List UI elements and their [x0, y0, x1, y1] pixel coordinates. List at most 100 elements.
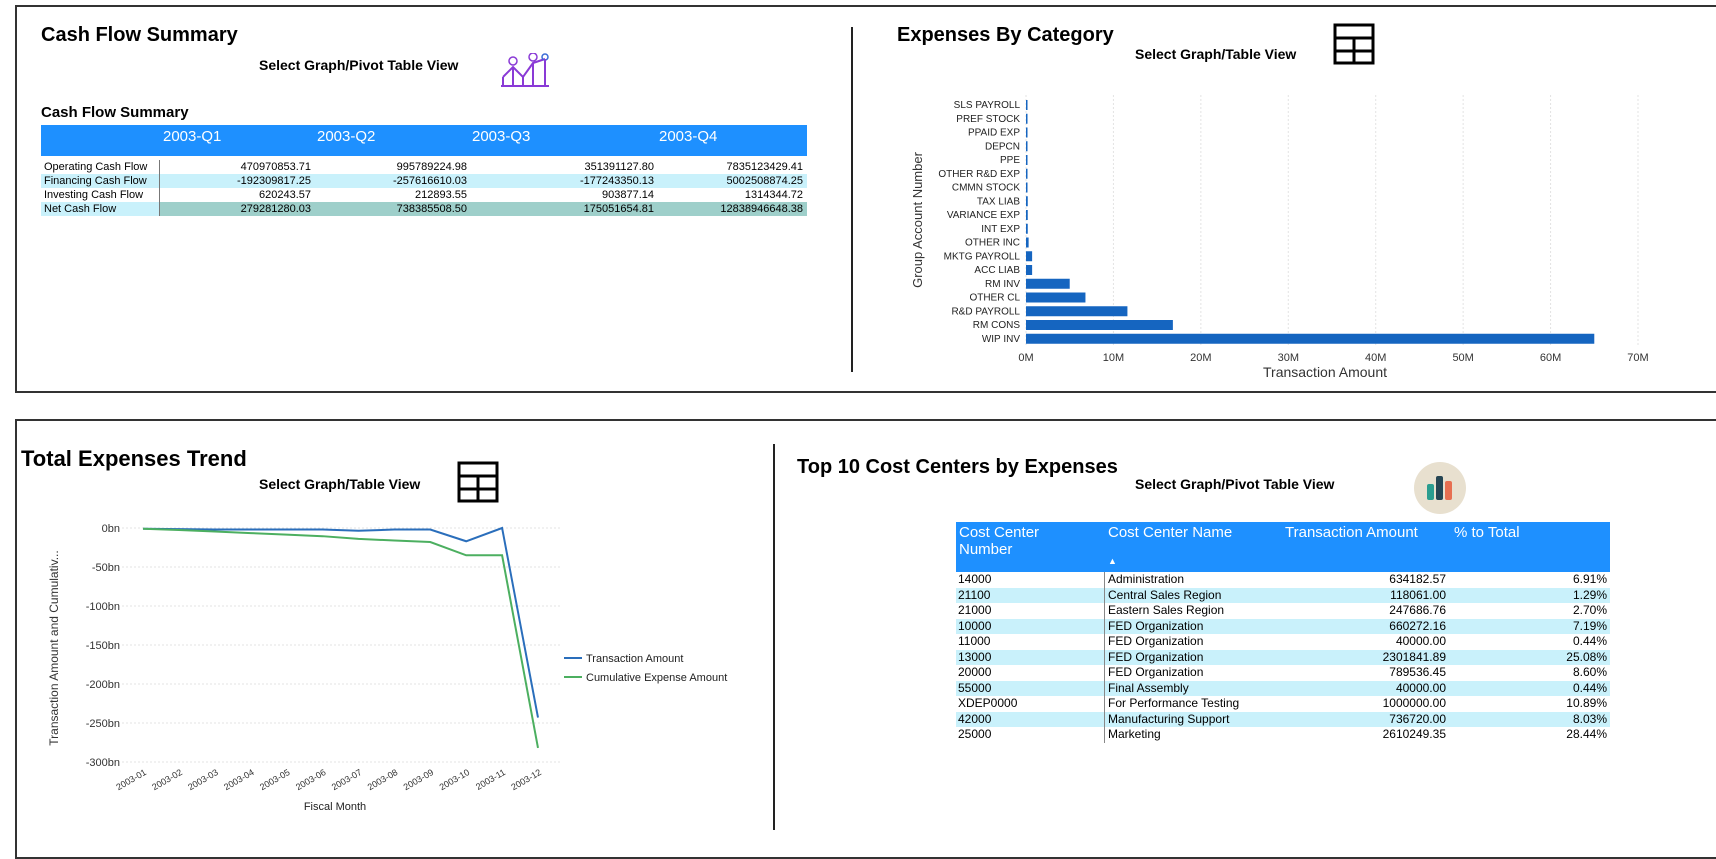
bar: [1026, 237, 1029, 248]
y-tick-label: -200bn: [86, 679, 120, 691]
table-row[interactable]: 21100 Central Sales Region 118061.00 1.29%: [956, 587, 1610, 603]
table-cell: 11000: [958, 634, 991, 648]
cash-flow-title: Cash Flow Summary: [41, 24, 238, 46]
pivot-col-header[interactable]: 2003-Q1: [163, 128, 221, 145]
cash-flow-pivot-table: 2003-Q1 2003-Q2 2003-Q3 2003-Q4 Operatin…: [41, 125, 807, 216]
expenses-trend-title: Total Expenses Trend: [21, 446, 247, 471]
bar: [1026, 223, 1028, 234]
bar: [1026, 210, 1028, 220]
table-cell: 21100: [958, 587, 991, 602]
table-row[interactable]: 55000 Final Assembly 40000.00 0.44%: [956, 680, 1610, 696]
column-header[interactable]: Transaction Amount: [1285, 524, 1418, 541]
legend-label: Transaction Amount: [586, 653, 683, 665]
table-row[interactable]: 13000 FED Organization 2301841.89 25.08%: [956, 649, 1610, 665]
bar: [1026, 113, 1028, 124]
y-tick-label: CMMN STOCK: [952, 183, 1020, 194]
table-cell: FED Organization: [1108, 634, 1204, 648]
x-tick-label: 2003-11: [474, 767, 507, 792]
y-tick-label: INT EXP: [981, 224, 1020, 235]
line-chart-icon[interactable]: [499, 52, 551, 94]
table-row[interactable]: 42000 Manufacturing Support 736720.00 8.03%: [956, 711, 1610, 727]
table-cell: 42000: [958, 711, 992, 726]
table-cell: Manufacturing Support: [1108, 711, 1230, 726]
cash-flow-table-title: Cash Flow Summary: [41, 104, 189, 121]
y-tick-label: RM CONS: [973, 320, 1021, 331]
table-cell: 10.89%: [1566, 696, 1607, 710]
table-row[interactable]: 10000 FED Organization 660272.16 7.19%: [956, 618, 1610, 634]
column-header[interactable]: Cost Center Number: [959, 524, 1079, 558]
pivot-row-label: Operating Cash Flow: [44, 161, 148, 173]
y-tick-label: ACC LIAB: [974, 265, 1020, 276]
table-cell: 28.44%: [1566, 727, 1607, 741]
pivot-header: 2003-Q1 2003-Q2 2003-Q3 2003-Q4: [41, 125, 807, 156]
bar: [1026, 333, 1595, 344]
table-cell: 13000: [958, 649, 992, 664]
x-tick-label: 60M: [1540, 352, 1561, 364]
pivot-cell: 175051654.81: [583, 203, 654, 215]
table-cell: 2610249.35: [1382, 727, 1446, 741]
table-cell: 2.70%: [1572, 603, 1607, 617]
pivot-row: Investing Cash Flow 620243.57 212893.55 …: [41, 188, 807, 202]
table-row[interactable]: XDEP0000 For Performance Testing 1000000.0…: [956, 696, 1610, 712]
table-grid-icon[interactable]: [457, 461, 499, 508]
pivot-col-header[interactable]: 2003-Q2: [317, 128, 375, 145]
y-tick-label: TAX LIAB: [977, 196, 1020, 207]
pivot-cell: 7835123429.41: [726, 161, 803, 173]
pivot-cell: 470970853.71: [240, 161, 311, 173]
table-row[interactable]: 20000 FED Organization 789536.45 8.60%: [956, 665, 1610, 681]
table-cell: FED Organization: [1108, 649, 1204, 664]
x-tick-label: 2003-03: [186, 767, 220, 792]
table-cell: 789536.45: [1389, 665, 1446, 679]
pivot-cell: 279281280.03: [240, 203, 311, 215]
table-cell: Final Assembly: [1108, 680, 1189, 695]
sort-ascending-icon[interactable]: ▲: [1108, 556, 1117, 566]
x-tick-label: 70M: [1627, 352, 1648, 364]
y-tick-label: 0bn: [102, 523, 120, 535]
pivot-cell: 12838946648.38: [720, 203, 803, 215]
bar-chart-icon[interactable]: [1414, 462, 1466, 519]
pivot-row: Operating Cash Flow 470970853.71 9957892…: [41, 160, 807, 174]
x-tick-label: 2003-01: [114, 767, 148, 792]
table-row[interactable]: 21000 Eastern Sales Region 247686.76 2.70%: [956, 603, 1610, 619]
y-tick-label: PPAID EXP: [968, 128, 1020, 139]
table-cell: 14000: [958, 572, 992, 586]
x-tick-label: 30M: [1278, 352, 1299, 364]
table-grid-icon[interactable]: [1333, 23, 1375, 70]
bar: [1026, 278, 1070, 289]
x-tick-label: 2003-10: [438, 767, 472, 792]
table-cell: 118061.00: [1390, 587, 1446, 602]
y-tick-label: -250bn: [86, 718, 120, 730]
y-tick-label: VARIANCE EXP: [947, 210, 1020, 221]
pivot-cell: 995789224.98: [396, 161, 467, 173]
pivot-col-header[interactable]: 2003-Q4: [659, 128, 717, 145]
table-cell: FED Organization: [1108, 618, 1204, 633]
table-cell: Administration: [1108, 572, 1185, 586]
x-axis-label: Fiscal Month: [304, 801, 366, 813]
pivot-cell: 5002508874.25: [726, 175, 803, 187]
column-header[interactable]: Cost Center Name: [1108, 524, 1232, 541]
x-tick-label: 50M: [1452, 352, 1473, 364]
table-row[interactable]: 25000 Marketing 2610249.35 28.44%: [956, 727, 1610, 743]
pivot-cell: 1314344.72: [744, 189, 803, 201]
column-header[interactable]: % to Total: [1454, 524, 1520, 541]
table-cell: XDEP0000: [958, 696, 1018, 710]
table-cell: 8.60%: [1572, 665, 1607, 679]
table-cell: 0.44%: [1572, 634, 1607, 648]
bar: [1026, 196, 1028, 207]
expenses-category-title: Expenses By Category: [897, 24, 1114, 46]
table-cell: 634182.57: [1389, 572, 1446, 586]
pivot-cell: 738385508.50: [396, 203, 467, 215]
y-tick-label: PPE: [1000, 155, 1020, 166]
bar: [1026, 127, 1028, 138]
cost-centers-view-selector-label: Select Graph/Pivot Table View: [1135, 476, 1335, 492]
bar: [1026, 141, 1028, 152]
table-row[interactable]: 11000 FED Organization 40000.00 0.44%: [956, 634, 1610, 650]
table-cell: 25.08%: [1566, 649, 1607, 664]
table-cell: 2301841.89: [1382, 649, 1446, 664]
x-tick-label: 40M: [1365, 352, 1386, 364]
table-row[interactable]: 14000 Administration 634182.57 6.91%: [956, 572, 1610, 588]
pivot-col-header[interactable]: 2003-Q3: [472, 128, 530, 145]
y-tick-label: -150bn: [86, 640, 120, 652]
table-cell: 8.03%: [1572, 711, 1607, 726]
table-cell: 20000: [958, 665, 992, 679]
